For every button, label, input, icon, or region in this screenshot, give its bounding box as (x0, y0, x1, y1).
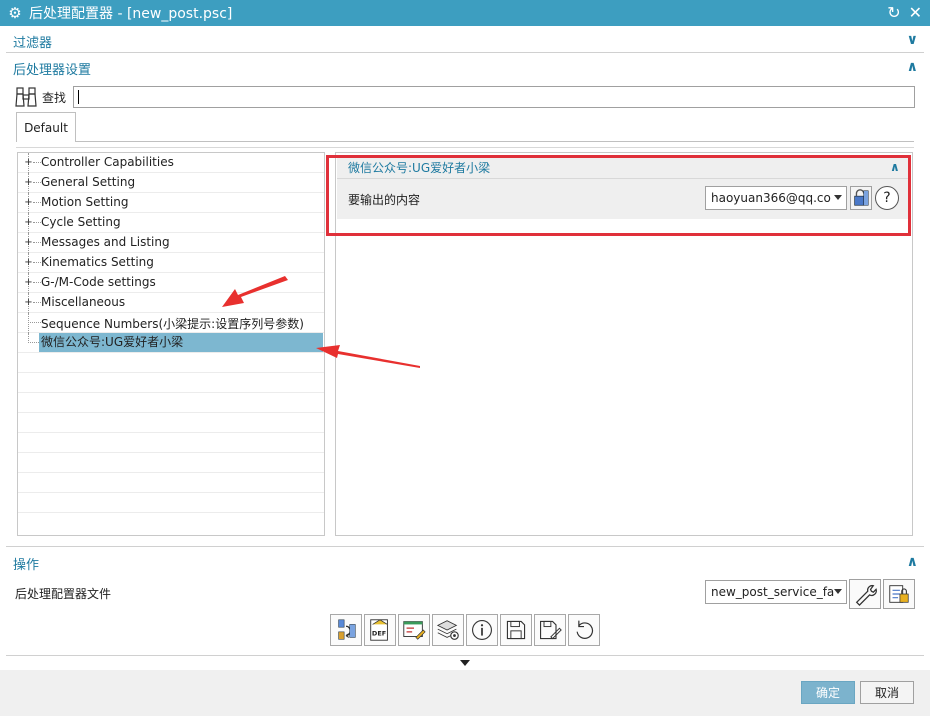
def-file-icon: DEF (370, 619, 388, 641)
post-config-file-value: new_post_service_fa (711, 585, 835, 599)
def-button[interactable]: DEF (364, 614, 396, 646)
settings-button[interactable] (432, 614, 464, 646)
annotation-arrow-2 (316, 345, 420, 368)
cancel-button[interactable]: 取消 (860, 681, 914, 704)
locked-file-icon (889, 585, 909, 603)
divider (6, 655, 924, 656)
import-button[interactable] (330, 614, 362, 646)
import-icon (338, 619, 356, 640)
edit-button[interactable] (398, 614, 430, 646)
wrench-icon (855, 584, 877, 606)
dialog-button-bar (0, 670, 930, 716)
annotation-arrow-1 (222, 276, 288, 307)
ok-button[interactable]: 确定 (801, 681, 855, 704)
save-as-icon (540, 620, 562, 640)
chevron-up-icon[interactable]: ∧ (907, 554, 918, 570)
divider (6, 546, 924, 547)
post-config-file-label: 后处理配置器文件 (15, 587, 112, 601)
edit-form-icon (403, 621, 426, 640)
reset-button[interactable] (568, 614, 600, 646)
expand-arrow-icon[interactable] (460, 660, 470, 666)
wrench-button[interactable] (849, 579, 881, 609)
lock-config-button[interactable] (883, 579, 915, 609)
save-icon (506, 620, 526, 640)
info-button[interactable] (466, 614, 498, 646)
ok-button-label: 确定 (815, 686, 840, 700)
annotation-arrows (222, 276, 420, 368)
save-as-button[interactable] (534, 614, 566, 646)
cancel-button-label: 取消 (874, 686, 899, 700)
info-icon (472, 620, 492, 640)
post-config-file-select[interactable]: new_post_service_fa (705, 580, 847, 604)
operations-section-header[interactable]: 操作 ∧ (6, 551, 924, 575)
undo-icon (576, 620, 594, 639)
dropdown-arrow-icon[interactable] (834, 589, 842, 594)
layers-gear-icon (436, 620, 459, 640)
save-button[interactable] (500, 614, 532, 646)
svg-text:DEF: DEF (372, 630, 386, 638)
operations-toolbar: DEF (330, 614, 600, 646)
operations-section-title: 操作 (13, 557, 40, 573)
